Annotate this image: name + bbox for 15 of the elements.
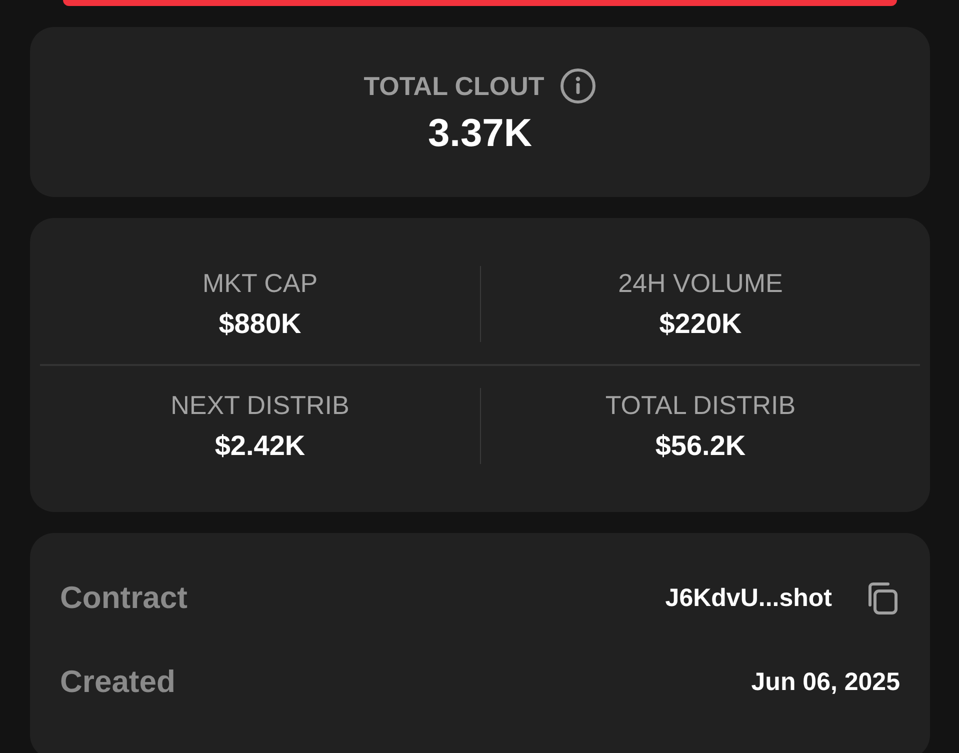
stat-label: NEXT DISTRIB xyxy=(170,390,350,421)
stat-label: 24H VOLUME xyxy=(618,268,783,299)
detail-value: Jun 06, 2025 xyxy=(751,668,900,696)
stat-value: $56.2K xyxy=(655,430,746,462)
stat-value: $2.42K xyxy=(214,430,306,462)
stat-value: $880K xyxy=(218,308,302,340)
detail-value: J6KdvU...shot xyxy=(665,584,832,612)
detail-label: Created xyxy=(60,664,176,700)
clout-label: TOTAL CLOUT xyxy=(364,70,544,102)
stat-value: $220K xyxy=(659,308,742,340)
stat-label: MKT CAP xyxy=(202,268,318,299)
info-icon[interactable] xyxy=(560,68,596,104)
clout-value: 3.37K xyxy=(428,112,532,156)
detail-label: Contract xyxy=(60,580,188,616)
stat-label: TOTAL DISTRIB xyxy=(605,390,796,421)
